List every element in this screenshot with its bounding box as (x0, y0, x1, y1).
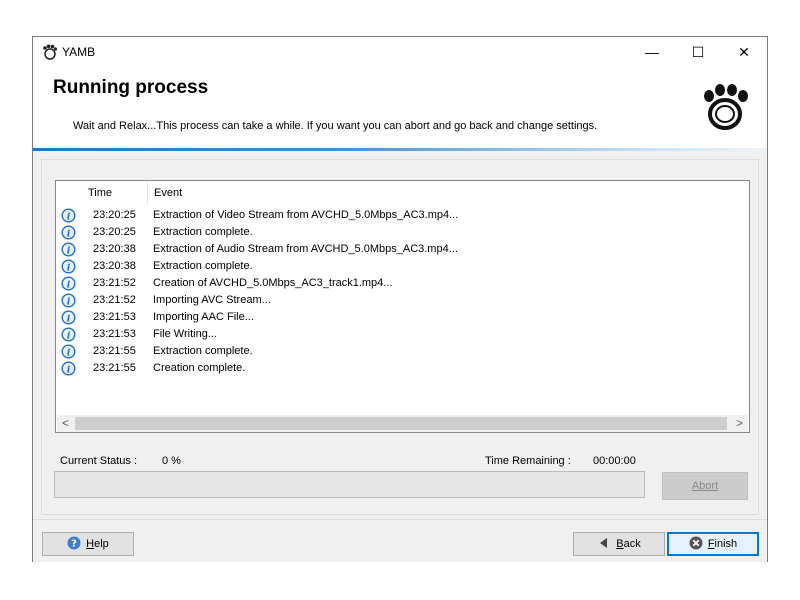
log-row[interactable]: i 23:21:55 Creation complete. (56, 360, 749, 377)
help-icon: ? (67, 536, 81, 550)
log-time: 23:21:53 (93, 311, 136, 323)
log-row[interactable]: i 23:20:25 Extraction of Video Stream from… (56, 207, 749, 224)
info-icon: i (61, 208, 76, 223)
scroll-left-arrow[interactable]: < (57, 415, 74, 432)
svg-text:i: i (67, 364, 71, 375)
yamb-footprint-logo (704, 84, 748, 130)
log-row[interactable]: i 23:21:53 File Writing... (56, 326, 749, 343)
info-icon: i (61, 293, 76, 308)
svg-text:i: i (67, 330, 71, 341)
event-log[interactable]: Time Event i 23:20:25 Extraction of Video … (55, 180, 750, 433)
log-event: Extraction of Video Stream from AVCHD_5.… (153, 209, 459, 221)
info-icon: i (61, 276, 76, 291)
help-button[interactable]: ? Help (42, 532, 134, 556)
finish-button[interactable]: Finish (667, 532, 759, 556)
svg-text:i: i (67, 245, 71, 256)
svg-text:i: i (67, 211, 71, 222)
log-time: 23:21:53 (93, 328, 136, 340)
log-event: Extraction complete. (153, 260, 253, 272)
log-row[interactable]: i 23:20:38 Extraction of Audio Stream from… (56, 241, 749, 258)
app-window: YAMB — ☐ ✕ Running process Wait and Rela… (32, 36, 768, 562)
svg-text:i: i (67, 347, 71, 358)
close-button[interactable]: ✕ (721, 37, 767, 67)
scrollbar-thumb[interactable] (75, 417, 727, 430)
finish-x-icon (689, 536, 703, 550)
info-icon: i (61, 327, 76, 342)
maximize-button[interactable]: ☐ (675, 37, 721, 67)
log-row[interactable]: i 23:21:55 Extraction complete. (56, 343, 749, 360)
yamb-footprint-icon (43, 44, 58, 60)
log-event: Creation complete. (153, 362, 246, 374)
page-subtitle: Wait and Relax...This process can take a… (73, 120, 598, 132)
time-remaining-label: Time Remaining : (485, 455, 571, 467)
back-button[interactable]: Back (573, 532, 665, 556)
log-row[interactable]: i 23:21:53 Importing AAC File... (56, 309, 749, 326)
log-event: Importing AAC File... (153, 311, 254, 323)
column-header-time[interactable]: Time (82, 181, 148, 205)
log-time: 23:21:52 (93, 277, 136, 289)
header-divider (33, 148, 767, 151)
log-event: Creation of AVCHD_5.0Mbps_AC3_track1.mp4… (153, 277, 393, 289)
info-icon: i (61, 310, 76, 325)
svg-text:?: ? (71, 539, 77, 550)
log-time: 23:20:38 (93, 260, 136, 272)
button-bar: ? Help Back Finish (33, 519, 767, 562)
log-time: 23:20:25 (93, 209, 136, 221)
svg-text:i: i (67, 228, 71, 239)
info-icon: i (61, 242, 76, 257)
log-row[interactable]: i 23:21:52 Creation of AVCHD_5.0Mbps_AC3_t… (56, 275, 749, 292)
abort-button[interactable]: Abort (662, 472, 748, 500)
page-title: Running process (53, 77, 209, 98)
log-row[interactable]: i 23:20:38 Extraction complete. (56, 258, 749, 275)
minimize-button[interactable]: — (629, 37, 675, 67)
log-time: 23:21:55 (93, 345, 136, 357)
log-event: Extraction of Audio Stream from AVCHD_5.… (153, 243, 458, 255)
log-time: 23:20:38 (93, 243, 136, 255)
log-event: Extraction complete. (153, 226, 253, 238)
log-row[interactable]: i 23:21:52 Importing AVC Stream... (56, 292, 749, 309)
progress-bar (54, 471, 645, 498)
current-status-label: Current Status : (60, 455, 138, 467)
info-icon: i (61, 344, 76, 359)
scroll-right-arrow[interactable]: > (731, 415, 748, 432)
time-remaining-value: 00:00:00 (593, 455, 636, 467)
log-time: 23:21:55 (93, 362, 136, 374)
info-icon: i (61, 361, 76, 376)
log-event: File Writing... (153, 328, 217, 340)
svg-text:i: i (67, 279, 71, 290)
svg-text:i: i (67, 296, 71, 307)
log-event: Importing AVC Stream... (153, 294, 271, 306)
info-icon: i (61, 259, 76, 274)
column-header-event[interactable]: Event (148, 181, 748, 205)
info-icon: i (61, 225, 76, 240)
title-bar: YAMB — ☐ ✕ (33, 37, 767, 67)
log-rows: i 23:20:25 Extraction of Video Stream from… (56, 207, 749, 377)
back-arrow-icon (600, 538, 608, 548)
horizontal-scrollbar[interactable]: < > (57, 415, 748, 432)
wizard-header: Running process Wait and Relax...This pr… (33, 67, 767, 149)
svg-text:i: i (67, 262, 71, 273)
svg-text:i: i (67, 313, 71, 324)
log-time: 23:21:52 (93, 294, 136, 306)
window-title: YAMB (62, 45, 96, 59)
current-status-value: 0 % (162, 455, 181, 467)
log-row[interactable]: i 23:20:25 Extraction complete. (56, 224, 749, 241)
log-time: 23:20:25 (93, 226, 136, 238)
log-event: Extraction complete. (153, 345, 253, 357)
